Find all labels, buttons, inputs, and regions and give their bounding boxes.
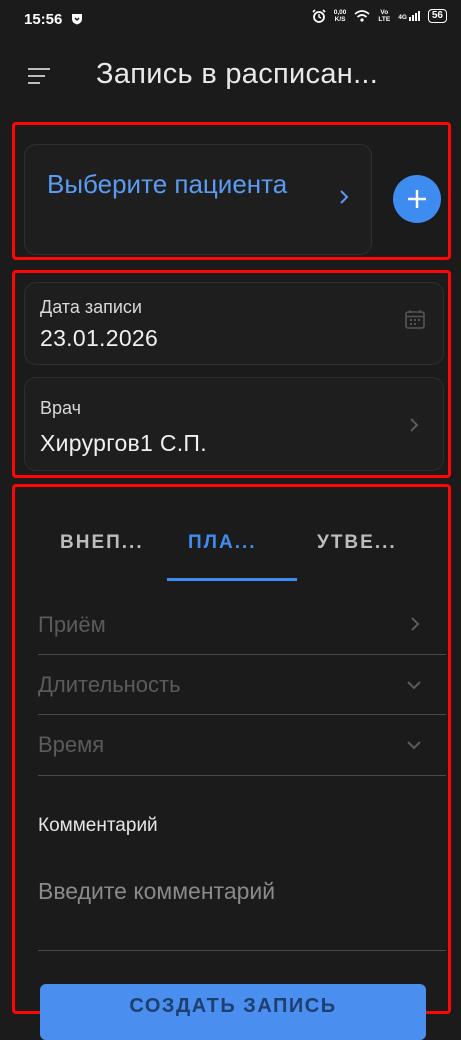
- add-patient-button[interactable]: [393, 175, 441, 223]
- chevron-down-icon: [407, 741, 421, 750]
- date-field-value: 23.01.2026: [40, 325, 159, 351]
- volte-label: Vo LTE: [378, 9, 391, 23]
- divider: [38, 950, 446, 951]
- date-field-label: Дата записи: [40, 297, 142, 317]
- comment-input[interactable]: [38, 878, 438, 905]
- doctor-field-label: Врач: [40, 398, 82, 418]
- chevron-down-icon: [407, 681, 421, 690]
- tab-planned[interactable]: ПЛА...: [188, 532, 257, 554]
- doctor-field-value: Хирургов1 С.П.: [40, 430, 207, 456]
- time-label: Время: [38, 732, 105, 757]
- doctor-field[interactable]: Врач Хирургов1 С.П.: [24, 377, 444, 471]
- select-patient-label: Выберите пациента: [47, 169, 288, 199]
- tab-approved[interactable]: УТВЕ...: [317, 532, 397, 554]
- tab-active-indicator: [167, 578, 297, 581]
- net-speed: 0,00 K/S: [333, 9, 347, 23]
- chevron-right-icon: [340, 190, 349, 204]
- status-bar: 15:56 0,00 K/S Vo LTE 4G 56: [0, 0, 461, 38]
- select-patient-card[interactable]: Выберите пациента: [24, 144, 372, 255]
- alarm-icon: [312, 9, 326, 23]
- chevron-right-icon: [410, 418, 419, 432]
- divider: [38, 775, 446, 776]
- tab-unplanned[interactable]: ВНЕП...: [60, 532, 144, 554]
- chevron-right-icon: [411, 617, 420, 631]
- plus-icon: [408, 190, 426, 208]
- create-record-button[interactable]: СОЗДАТЬ ЗАПИСЬ: [40, 984, 426, 1040]
- comment-label: Комментарий: [38, 815, 158, 836]
- reception-select[interactable]: Приём: [38, 600, 446, 654]
- menu-icon[interactable]: [28, 67, 50, 85]
- date-field[interactable]: Дата записи 23.01.2026: [24, 282, 444, 365]
- reception-label: Приём: [38, 612, 106, 637]
- page-title: Запись в расписан...: [96, 58, 379, 90]
- duration-select[interactable]: Длительность: [38, 660, 446, 714]
- divider: [38, 714, 446, 715]
- battery-icon: 56: [427, 9, 447, 23]
- status-time: 15:56: [24, 11, 63, 28]
- shield-icon: [72, 14, 82, 25]
- calendar-icon[interactable]: [405, 309, 425, 329]
- wifi-icon: [354, 10, 370, 22]
- divider: [38, 654, 446, 655]
- status-icons: 0,00 K/S Vo LTE 4G 56: [312, 9, 447, 23]
- duration-label: Длительность: [38, 672, 181, 697]
- time-select[interactable]: Время: [38, 720, 446, 774]
- signal-icon: 4G: [398, 11, 420, 21]
